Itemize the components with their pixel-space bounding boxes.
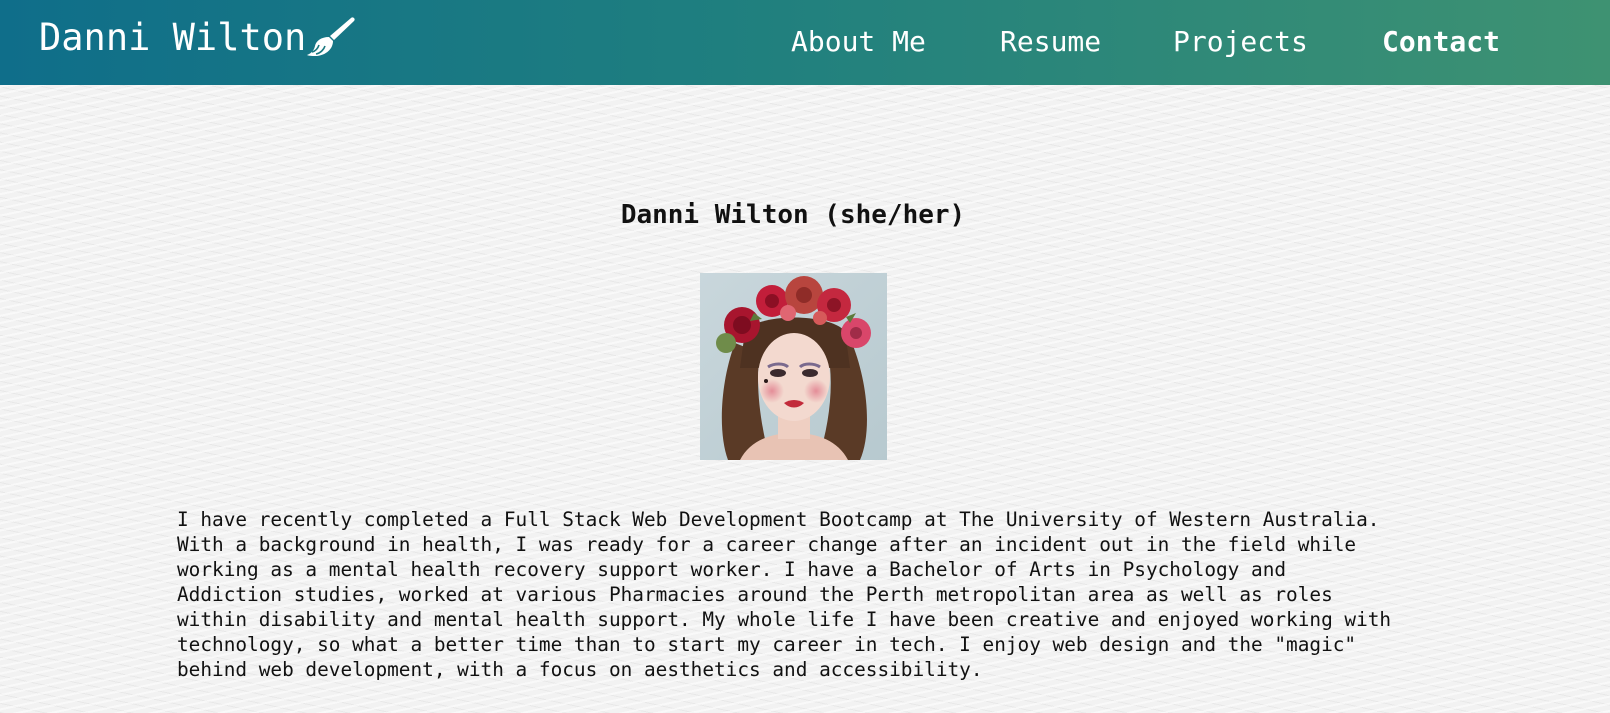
profile-title: Danni Wilton (she/her) xyxy=(620,200,966,230)
paintbrush-icon xyxy=(304,16,356,60)
nav-about-me-link[interactable]: About Me xyxy=(791,25,926,58)
bio-paragraph: I have recently completed a Full Stack W… xyxy=(177,508,1392,681)
top-navbar: Danni Wilton About Me Resume Projects Co… xyxy=(0,0,1610,85)
nav-projects-link[interactable]: Projects xyxy=(1173,25,1308,58)
nav-resume-link[interactable]: Resume xyxy=(1000,25,1101,58)
nav-contact-link[interactable]: Contact xyxy=(1382,25,1500,58)
profile-photo xyxy=(700,273,887,460)
brand-name: Danni Wilton xyxy=(39,15,307,59)
brand-link[interactable]: Danni Wilton xyxy=(39,14,356,60)
